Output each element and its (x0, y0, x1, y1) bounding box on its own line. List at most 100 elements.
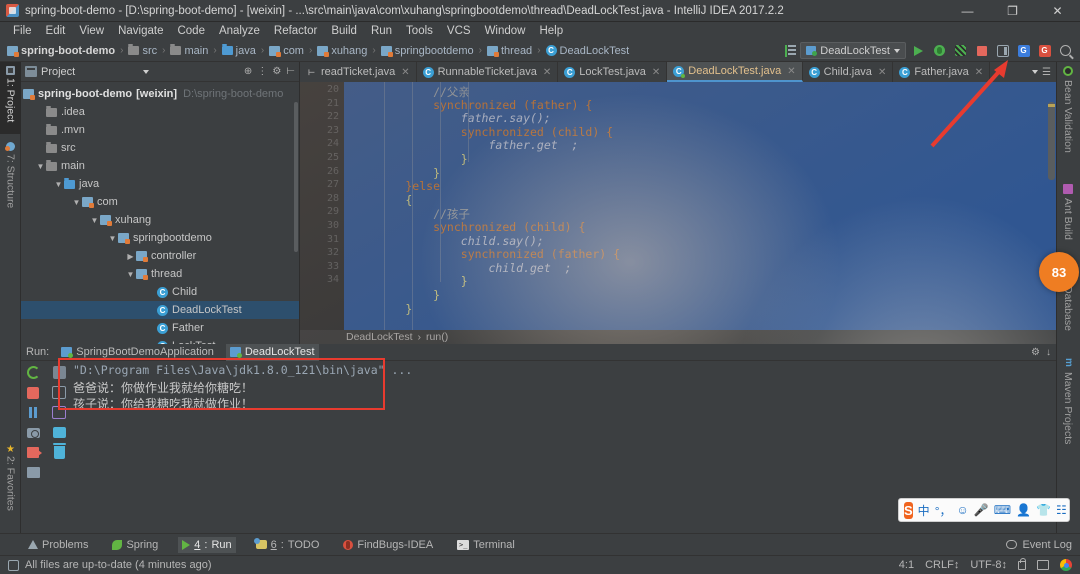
tool-window-terminal[interactable]: >_ Terminal (453, 537, 519, 553)
mic-icon[interactable]: 🎤 (974, 503, 989, 517)
tree-arrow[interactable]: ▼ (125, 270, 136, 279)
editor-tab-readticket[interactable]: ⊢ readTicket.java ✕ (300, 62, 417, 82)
tree-arrow[interactable]: ▼ (71, 198, 82, 207)
hide-icon[interactable]: ⊢ (286, 66, 295, 77)
stop-button[interactable] (973, 42, 990, 59)
tool-window-run[interactable]: 4 : Run (178, 536, 236, 553)
tree-item-java[interactable]: ▼ java (21, 175, 299, 193)
line-separator[interactable]: CRLF↕ (925, 559, 959, 571)
google-doc-red-button[interactable]: G (1036, 42, 1053, 59)
tool-window-todo[interactable]: 6 : TODO (252, 537, 324, 553)
menu-edit[interactable]: Edit (39, 24, 73, 38)
tree-arrow[interactable]: ▼ (35, 162, 46, 171)
tool-window-problems[interactable]: Problems (24, 537, 92, 553)
breadcrumb-method[interactable]: run() (426, 331, 448, 343)
tree-item-idea[interactable]: .idea (21, 103, 299, 121)
menu-analyze[interactable]: Analyze (212, 24, 267, 38)
scrollbar-thumb[interactable] (1048, 102, 1055, 180)
editor-tab-runnableticket[interactable]: C RunnableTicket.java ✕ (417, 62, 559, 82)
sogou-ime-bar[interactable]: S 中 °， ☺ 🎤 ⌨ 👤 👕 ☷ (898, 498, 1070, 522)
sidebar-item-project[interactable]: 1: Project (0, 62, 21, 134)
settings-icon[interactable]: ⚙ (272, 66, 281, 77)
run-tab-springbootdemoapplication[interactable]: SpringBootDemoApplication (57, 344, 218, 361)
navbar-crumb-class[interactable]: C DeadLockTest (545, 45, 631, 57)
menu-build[interactable]: Build (324, 24, 364, 38)
soft-wrap-button[interactable] (52, 385, 67, 400)
hide-icon[interactable]: ↓ (1046, 347, 1051, 358)
close-icon[interactable]: ✕ (878, 67, 886, 78)
navbar-crumb-com[interactable]: com (268, 45, 305, 57)
tree-item-springbootdemo[interactable]: ▼ springbootdemo (21, 229, 299, 247)
editor-tab-options[interactable]: ☰ (1027, 67, 1056, 78)
menu-refactor[interactable]: Refactor (267, 24, 324, 38)
menu-code[interactable]: Code (170, 24, 212, 38)
pause-output-button[interactable] (26, 405, 41, 420)
keyboard-icon[interactable]: ⌨ (994, 503, 1011, 517)
user-icon[interactable]: 👤 (1016, 503, 1031, 517)
menu-run[interactable]: Run (364, 24, 399, 38)
menu-view[interactable]: View (72, 24, 111, 38)
navbar-crumb-project[interactable]: spring-boot-demo (6, 45, 116, 57)
run-button[interactable] (910, 42, 927, 59)
scroll-up-button[interactable] (52, 365, 67, 380)
exit-button[interactable] (26, 445, 42, 460)
editor-tab-father[interactable]: C Father.java ✕ (893, 62, 991, 82)
breadcrumb-class[interactable]: DeadLockTest (346, 331, 413, 343)
sidebar-item-ant-build[interactable]: Ant Build (1056, 180, 1080, 262)
tree-item-controller[interactable]: ▶ controller (21, 247, 299, 265)
chevron-down-icon[interactable] (143, 69, 150, 74)
dump-threads-button[interactable] (26, 425, 41, 440)
close-icon[interactable]: ✕ (543, 67, 551, 78)
tree-arrow[interactable]: ▼ (107, 234, 118, 243)
inspection-badge[interactable]: 83 (1039, 252, 1079, 292)
settings-icon[interactable]: ⚙ (1031, 347, 1040, 358)
close-icon[interactable]: ✕ (401, 67, 409, 78)
code-editor[interactable]: 20 21 22 23 24 25 26 27 28 29 30 31 32 3… (300, 82, 1056, 330)
minimize-button[interactable]: — (945, 0, 990, 22)
stop-process-button[interactable] (26, 385, 41, 400)
tree-item-src[interactable]: src (21, 139, 299, 157)
menu-tools[interactable]: Tools (399, 24, 440, 38)
tree-arrow[interactable]: ▼ (89, 216, 100, 225)
tree-item-com[interactable]: ▼ com (21, 193, 299, 211)
scroll-to-end-button[interactable] (52, 405, 67, 420)
rerun-button[interactable] (26, 365, 41, 380)
caret-position[interactable]: 4:1 (899, 559, 914, 571)
chrome-icon[interactable] (1060, 559, 1072, 571)
clear-all-button[interactable] (52, 443, 67, 460)
menu-navigate[interactable]: Navigate (111, 24, 170, 38)
tree-item-mvn[interactable]: .mvn (21, 121, 299, 139)
lock-icon[interactable] (1018, 557, 1026, 570)
editor-tab-locktest[interactable]: C LockTest.java ✕ (558, 62, 668, 82)
layout-button[interactable] (994, 42, 1011, 59)
event-log-button[interactable]: Event Log (1006, 539, 1080, 551)
skin-icon[interactable]: 👕 (1036, 503, 1051, 517)
run-with-coverage-button[interactable] (952, 42, 969, 59)
file-encoding[interactable]: UTF-8↕ (970, 559, 1007, 571)
run-configuration-selector[interactable]: DeadLockTest (800, 42, 906, 59)
editor-scrollbar[interactable] (1047, 102, 1056, 330)
editor-tab-child[interactable]: C Child.java ✕ (803, 62, 894, 82)
close-button[interactable]: ✕ (1035, 0, 1080, 22)
print-button[interactable] (52, 425, 67, 440)
sidebar-item-bean-validation[interactable]: Bean Validation (1056, 62, 1080, 174)
tree-item-deadlocktest[interactable]: C DeadLockTest (21, 301, 299, 319)
tree-item-project[interactable]: spring-boot-demo [weixin] D:\spring-boot… (21, 85, 299, 103)
menu-help[interactable]: Help (532, 24, 570, 38)
menu-vcs[interactable]: VCS (440, 24, 478, 38)
tree-item-child[interactable]: C Child (21, 283, 299, 301)
memory-icon[interactable] (1037, 560, 1049, 570)
sidebar-item-maven-projects[interactable]: m Maven Projects (1056, 354, 1080, 458)
expand-icon[interactable]: ⋮ (257, 66, 267, 77)
menu-file[interactable]: File (6, 24, 39, 38)
navbar-crumb-thread[interactable]: thread (486, 45, 533, 57)
editor-tab-deadlocktest[interactable]: C DeadLockTest.java ✕ (667, 62, 803, 82)
tool-window-findbugs[interactable]: FindBugs-IDEA (339, 537, 437, 553)
tool-window-spring[interactable]: Spring (108, 537, 162, 553)
tree-item-father[interactable]: C Father (21, 319, 299, 337)
close-icon[interactable]: ✕ (975, 67, 983, 78)
navbar-crumb-src[interactable]: src (127, 44, 158, 57)
close-icon[interactable]: ✕ (787, 66, 795, 77)
maximize-button[interactable]: ❐ (990, 0, 1035, 22)
project-tree[interactable]: spring-boot-demo [weixin] D:\spring-boot… (21, 82, 299, 358)
